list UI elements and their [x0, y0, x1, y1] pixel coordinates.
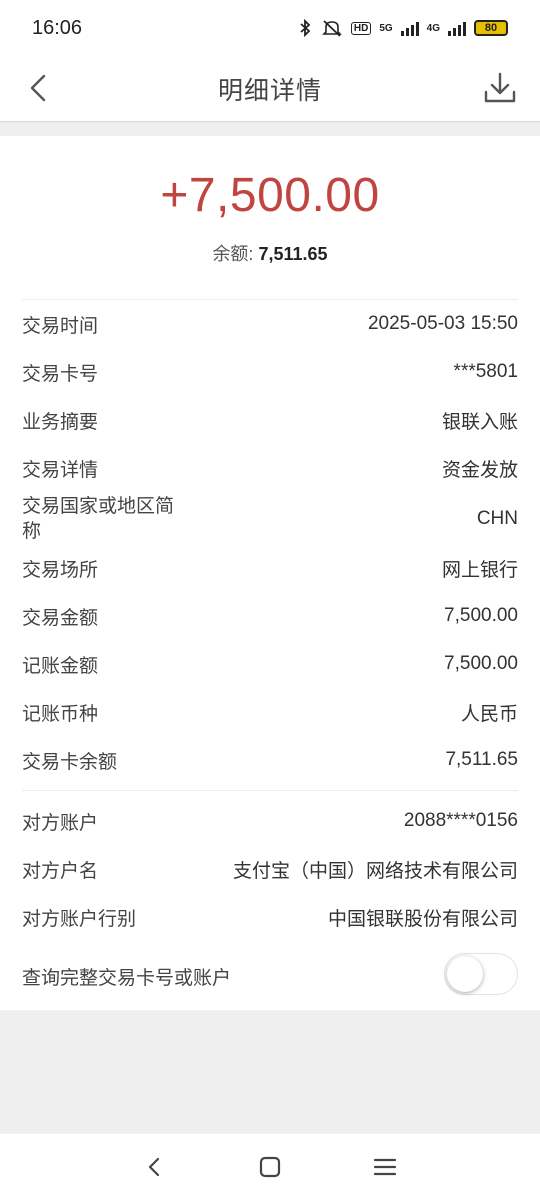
- back-nav-icon[interactable]: [139, 1152, 169, 1182]
- detail-label: 交易时间: [22, 315, 99, 337]
- network-4g-label: 4G: [426, 22, 440, 34]
- detail-row-details: 交易详情 资金发放: [22, 450, 518, 486]
- detail-row-posted-amount: 记账金额 7,500.00: [22, 646, 518, 682]
- menu-nav-icon[interactable]: [370, 1152, 400, 1182]
- divider: [22, 790, 518, 791]
- detail-value: 2088****0156: [403, 810, 518, 831]
- detail-label: 交易金额: [22, 607, 99, 629]
- detail-value: 网上银行: [441, 559, 518, 581]
- balance-label: 余额:: [212, 244, 254, 264]
- detail-row-currency: 记账币种 人民币: [22, 694, 518, 730]
- detail-label: 业务摘要: [22, 411, 99, 433]
- hd-icon: HD: [350, 21, 372, 35]
- detail-row-summary: 业务摘要 银联入账: [22, 402, 518, 438]
- detail-value: 7,500.00: [444, 653, 518, 674]
- detail-row-card-balance: 交易卡余额 7,511.65: [22, 742, 518, 778]
- counterparty-row-bank: 对方账户行别 中国银联股份有限公司: [22, 899, 518, 935]
- top-navbar: 明细详情: [0, 56, 540, 122]
- query-full-number-toggle[interactable]: [444, 953, 518, 995]
- detail-row-transaction-amount: 交易金额 7,500.00: [22, 598, 518, 634]
- detail-value: 人民币: [460, 703, 518, 725]
- chevron-left-icon[interactable]: [22, 70, 58, 106]
- detail-value: 2025-05-03 15:50: [367, 313, 518, 334]
- mute-icon: [321, 20, 342, 37]
- detail-row-card-number: 交易卡号 ***5801: [22, 354, 518, 390]
- detail-value: 7,511.65: [445, 749, 518, 770]
- counterparty-row-account: 对方账户 2088****0156: [22, 803, 518, 839]
- bluetooth-icon: [300, 19, 311, 37]
- system-nav-bar: [0, 1134, 540, 1200]
- balance-value: 7,511.65: [258, 244, 328, 264]
- detail-label: 交易卡号: [22, 363, 99, 385]
- detail-value: CHN: [476, 508, 518, 529]
- detail-label: 交易详情: [22, 459, 99, 481]
- transaction-amount: +7,500.00: [160, 169, 380, 222]
- download-icon[interactable]: [482, 70, 518, 106]
- detail-label: 对方账户行别: [22, 908, 137, 930]
- detail-value: 支付宝（中国）网络技术有限公司: [232, 860, 518, 882]
- balance-line: 余额: 7,511.65: [0, 240, 540, 266]
- detail-label: 记账金额: [22, 655, 99, 677]
- network-5g-label: 5G: [379, 22, 393, 34]
- detail-label: 交易卡余额: [22, 751, 118, 773]
- detail-label: 交易场所: [22, 559, 99, 581]
- counterparty-row-name: 对方户名 支付宝（中国）网络技术有限公司: [22, 851, 518, 887]
- battery-icon: 80: [474, 20, 508, 36]
- detail-value: 资金发放: [441, 459, 518, 481]
- transaction-detail-card: +7,500.00 余额: 7,511.65 交易时间 2025-05-03 1…: [0, 136, 540, 1010]
- signal-icon: [448, 20, 466, 36]
- detail-row-country: 交易国家或地区简称 CHN: [22, 493, 518, 545]
- status-icons: HD 5G 4G 80: [297, 19, 508, 37]
- toggle-knob: [447, 956, 483, 992]
- status-bar: 16:06 HD 5G 4G 80: [0, 0, 540, 56]
- detail-label: 对方账户: [22, 812, 99, 834]
- detail-value: 银联入账: [441, 411, 518, 433]
- detail-value: 中国银联股份有限公司: [327, 908, 518, 930]
- page-title: 明细详情: [217, 76, 322, 105]
- detail-row-transaction-time: 交易时间 2025-05-03 15:50: [22, 306, 518, 342]
- detail-label: 对方户名: [22, 860, 99, 882]
- detail-label: 交易国家或地区简称: [22, 496, 175, 542]
- detail-row-venue: 交易场所 网上银行: [22, 550, 518, 586]
- detail-label: 记账币种: [22, 703, 99, 725]
- divider: [22, 299, 518, 300]
- signal-icon: [400, 20, 419, 36]
- detail-value: ***5801: [453, 361, 518, 382]
- detail-value: 7,500.00: [444, 605, 518, 626]
- query-full-number-label: 查询完整交易卡号或账户: [22, 967, 232, 989]
- home-nav-icon[interactable]: [255, 1152, 285, 1182]
- status-time: 16:06: [32, 16, 83, 39]
